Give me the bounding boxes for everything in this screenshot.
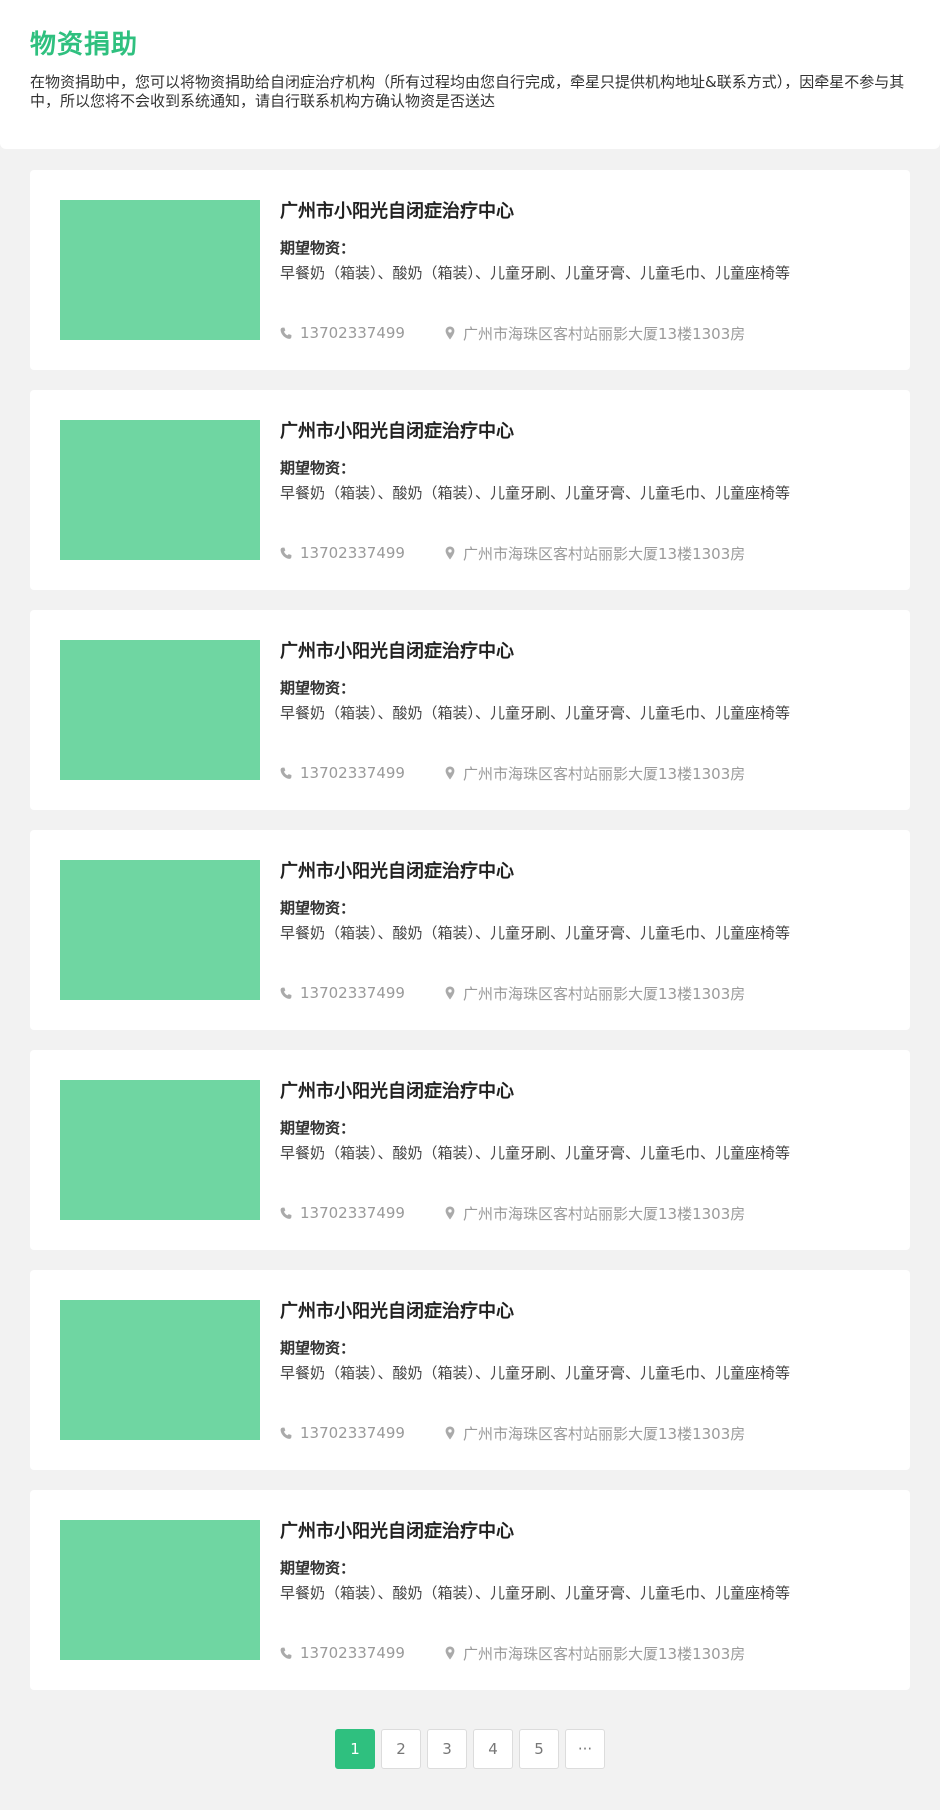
needs-list: 早餐奶（箱装）、酸奶（箱装）、儿童牙刷、儿童牙膏、儿童毛巾、儿童座椅等 [280, 264, 791, 282]
address-text: 广州市海珠区客村站丽影大厦13楼1303房 [462, 1644, 746, 1663]
institution-name[interactable]: 广州市小阳光自闭症治疗中心 [280, 1517, 514, 1543]
needs-label: 期望物资： [280, 1119, 356, 1137]
institution-card[interactable]: 广州市小阳光自闭症治疗中心 期望物资： 早餐奶（箱装）、酸奶（箱装）、儿童牙刷、… [30, 390, 910, 590]
institution-name[interactable]: 广州市小阳光自闭症治疗中心 [280, 1077, 514, 1103]
address-text: 广州市海珠区客村站丽影大厦13楼1303房 [462, 764, 746, 783]
map-pin-icon [445, 546, 455, 560]
phone-number[interactable]: 13702337499 [300, 544, 405, 562]
contact-row: 13702337499 广州市海珠区客村站丽影大厦13楼1303房 [280, 1423, 745, 1443]
contact-row: 13702337499 广州市海珠区客村站丽影大厦13楼1303房 [280, 1643, 745, 1663]
needs-list: 早餐奶（箱装）、酸奶（箱装）、儿童牙刷、儿童牙膏、儿童毛巾、儿童座椅等 [280, 704, 791, 722]
address-text: 广州市海珠区客村站丽影大厦13楼1303房 [462, 1424, 746, 1443]
phone-number[interactable]: 13702337499 [300, 324, 405, 342]
phone-number[interactable]: 13702337499 [300, 1424, 405, 1442]
phone-icon [280, 1427, 292, 1439]
needs-list: 早餐奶（箱装）、酸奶（箱装）、儿童牙刷、儿童牙膏、儿童毛巾、儿童座椅等 [280, 1584, 791, 1602]
institution-name[interactable]: 广州市小阳光自闭症治疗中心 [280, 197, 514, 223]
institution-name[interactable]: 广州市小阳光自闭症治疗中心 [280, 857, 514, 883]
address-group: 广州市海珠区客村站丽影大厦13楼1303房 [445, 1203, 745, 1224]
address-group: 广州市海珠区客村站丽影大厦13楼1303房 [445, 323, 745, 344]
phone-number[interactable]: 13702337499 [300, 764, 405, 782]
institution-card[interactable]: 广州市小阳光自闭症治疗中心 期望物资： 早餐奶（箱装）、酸奶（箱装）、儿童牙刷、… [30, 1050, 910, 1250]
needs-label: 期望物资： [280, 239, 356, 257]
contact-row: 13702337499 广州市海珠区客村站丽影大厦13楼1303房 [280, 543, 745, 563]
needs-label: 期望物资： [280, 679, 356, 697]
phone-number[interactable]: 13702337499 [300, 984, 405, 1002]
page-button-5[interactable]: 5 [519, 1729, 559, 1769]
institution-thumbnail [60, 200, 260, 340]
map-pin-icon [445, 1206, 455, 1220]
map-pin-icon [445, 766, 455, 780]
map-pin-icon [445, 1646, 455, 1660]
needs-label: 期望物资： [280, 1339, 356, 1357]
phone-number[interactable]: 13702337499 [300, 1644, 405, 1662]
page-button-3[interactable]: 3 [427, 1729, 467, 1769]
pagination: 1 2 3 4 5 ··· [335, 1729, 611, 1769]
institution-thumbnail [60, 860, 260, 1000]
page-button-more[interactable]: ··· [565, 1729, 605, 1769]
page-title: 物资捐助 [30, 30, 139, 60]
map-pin-icon [445, 1426, 455, 1440]
contact-row: 13702337499 广州市海珠区客村站丽影大厦13楼1303房 [280, 763, 745, 783]
page-header: 物资捐助 在物资捐助中，您可以将物资捐助给自闭症治疗机构（所有过程均由您自行完成… [0, 0, 940, 149]
institution-thumbnail [60, 1080, 260, 1220]
address-text: 广州市海珠区客村站丽影大厦13楼1303房 [462, 1204, 746, 1223]
address-group: 广州市海珠区客村站丽影大厦13楼1303房 [445, 543, 745, 564]
map-pin-icon [445, 326, 455, 340]
institution-card[interactable]: 广州市小阳光自闭症治疗中心 期望物资： 早餐奶（箱装）、酸奶（箱装）、儿童牙刷、… [30, 1270, 910, 1470]
needs-label: 期望物资： [280, 459, 356, 477]
page-button-1[interactable]: 1 [335, 1729, 375, 1769]
address-text: 广州市海珠区客村站丽影大厦13楼1303房 [462, 544, 746, 563]
needs-label: 期望物资： [280, 899, 356, 917]
address-text: 广州市海珠区客村站丽影大厦13楼1303房 [462, 324, 746, 343]
page-button-2[interactable]: 2 [381, 1729, 421, 1769]
address-text: 广州市海珠区客村站丽影大厦13楼1303房 [462, 984, 746, 1003]
address-group: 广州市海珠区客村站丽影大厦13楼1303房 [445, 763, 745, 784]
contact-row: 13702337499 广州市海珠区客村站丽影大厦13楼1303房 [280, 323, 745, 343]
institution-thumbnail [60, 640, 260, 780]
page-button-4[interactable]: 4 [473, 1729, 513, 1769]
institution-card[interactable]: 广州市小阳光自闭症治疗中心 期望物资： 早餐奶（箱装）、酸奶（箱装）、儿童牙刷、… [30, 170, 910, 370]
institution-card[interactable]: 广州市小阳光自闭症治疗中心 期望物资： 早餐奶（箱装）、酸奶（箱装）、儿童牙刷、… [30, 830, 910, 1030]
phone-icon [280, 1207, 292, 1219]
institution-name[interactable]: 广州市小阳光自闭症治疗中心 [280, 637, 514, 663]
institution-name[interactable]: 广州市小阳光自闭症治疗中心 [280, 417, 514, 443]
map-pin-icon [445, 986, 455, 1000]
needs-list: 早餐奶（箱装）、酸奶（箱装）、儿童牙刷、儿童牙膏、儿童毛巾、儿童座椅等 [280, 484, 791, 502]
needs-list: 早餐奶（箱装）、酸奶（箱装）、儿童牙刷、儿童牙膏、儿童毛巾、儿童座椅等 [280, 1144, 791, 1162]
institution-card[interactable]: 广州市小阳光自闭症治疗中心 期望物资： 早餐奶（箱装）、酸奶（箱装）、儿童牙刷、… [30, 1490, 910, 1690]
address-group: 广州市海珠区客村站丽影大厦13楼1303房 [445, 983, 745, 1004]
phone-icon [280, 547, 292, 559]
address-group: 广州市海珠区客村站丽影大厦13楼1303房 [445, 1423, 745, 1444]
needs-list: 早餐奶（箱装）、酸奶（箱装）、儿童牙刷、儿童牙膏、儿童毛巾、儿童座椅等 [280, 1364, 791, 1382]
institution-thumbnail [60, 420, 260, 560]
contact-row: 13702337499 广州市海珠区客村站丽影大厦13楼1303房 [280, 983, 745, 1003]
phone-icon [280, 767, 292, 779]
needs-label: 期望物资： [280, 1559, 356, 1577]
contact-row: 13702337499 广州市海珠区客村站丽影大厦13楼1303房 [280, 1203, 745, 1223]
needs-list: 早餐奶（箱装）、酸奶（箱装）、儿童牙刷、儿童牙膏、儿童毛巾、儿童座椅等 [280, 924, 791, 942]
phone-icon [280, 1647, 292, 1659]
institution-thumbnail [60, 1520, 260, 1660]
page-description: 在物资捐助中，您可以将物资捐助给自闭症治疗机构（所有过程均由您自行完成，牵星只提… [30, 73, 905, 110]
phone-icon [280, 327, 292, 339]
institution-thumbnail [60, 1300, 260, 1440]
phone-icon [280, 987, 292, 999]
address-group: 广州市海珠区客村站丽影大厦13楼1303房 [445, 1643, 745, 1664]
institution-name[interactable]: 广州市小阳光自闭症治疗中心 [280, 1297, 514, 1323]
phone-number[interactable]: 13702337499 [300, 1204, 405, 1222]
institution-card[interactable]: 广州市小阳光自闭症治疗中心 期望物资： 早餐奶（箱装）、酸奶（箱装）、儿童牙刷、… [30, 610, 910, 810]
